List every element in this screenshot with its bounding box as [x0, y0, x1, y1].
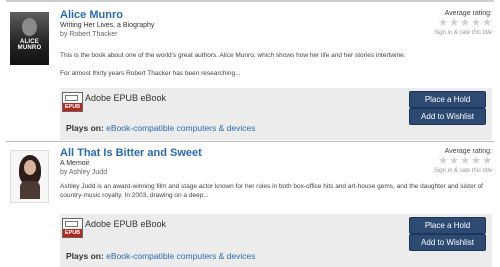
title-entry: ALICE MUNRO Alice Munro Writing Her Live… — [6, 8, 494, 140]
title-entry: All That Is Bitter and Sweet A Memoir by… — [6, 146, 494, 267]
cover-face — [24, 160, 36, 175]
format-bar: EPUB Adobe EPUB eBook Plays on: eBook-co… — [60, 214, 492, 267]
plays-on-link[interactable]: eBook-compatible computers & devices — [106, 251, 255, 261]
star-icon[interactable]: ★ — [471, 18, 481, 29]
epub-badge: EPUB — [63, 103, 82, 111]
star-icon[interactable]: ★ — [482, 18, 492, 29]
place-hold-button[interactable]: Place a Hold — [409, 217, 486, 234]
star-icon[interactable]: ★ — [449, 18, 459, 29]
rating-block: Average rating: ★ ★ ★ ★ ★ Sign in & rate… — [402, 10, 492, 36]
star-icon[interactable]: ★ — [438, 18, 448, 29]
star-rating[interactable]: ★ ★ ★ ★ ★ — [402, 156, 492, 167]
plays-on-link[interactable]: eBook-compatible computers & devices — [106, 123, 255, 133]
plays-on: Plays on: eBook-compatible computers & d… — [66, 123, 255, 133]
add-to-wishlist-button[interactable]: Add to Wishlist — [409, 234, 486, 251]
signin-to-rate[interactable]: Sign in & rate this title — [402, 168, 492, 174]
author: by Robert Thacker — [60, 31, 118, 38]
rating-label: Average rating: — [444, 10, 492, 17]
signin-to-rate[interactable]: Sign in & rate this title — [402, 30, 492, 36]
book-cover[interactable]: ALICE MUNRO — [10, 12, 49, 65]
epub-icon-frame — [65, 95, 78, 101]
author: by Ashley Judd — [60, 169, 108, 176]
place-hold-button[interactable]: Place a Hold — [409, 91, 486, 108]
star-icon[interactable]: ★ — [460, 18, 470, 29]
rating-label: Average rating: — [444, 148, 492, 155]
book-cover[interactable] — [10, 150, 49, 203]
star-rating[interactable]: ★ ★ ★ ★ ★ — [402, 18, 492, 29]
rating-block: Average rating: ★ ★ ★ ★ ★ Sign in & rate… — [402, 148, 492, 174]
description-paragraph: Ashley Judd is an award-winning film and… — [60, 183, 483, 199]
format-bar: EPUB Adobe EPUB eBook Plays on: eBook-co… — [60, 88, 492, 140]
cover-portrait — [22, 18, 37, 36]
subtitle: Writing Her Lives, a Biography — [60, 22, 155, 29]
title-link[interactable]: All That Is Bitter and Sweet — [60, 147, 202, 159]
epub-icon: EPUB — [62, 218, 83, 238]
cover-figure — [20, 181, 40, 199]
star-icon[interactable]: ★ — [471, 156, 481, 167]
star-icon[interactable]: ★ — [449, 156, 459, 167]
subtitle: A Memoir — [60, 160, 90, 167]
description-paragraph: This is the book about one of the world'… — [60, 52, 406, 59]
format-name: Adobe EPUB eBook — [85, 93, 167, 103]
format-name: Adobe EPUB eBook — [85, 219, 167, 229]
top-divider — [6, 0, 494, 2]
star-icon[interactable]: ★ — [460, 156, 470, 167]
epub-badge: EPUB — [63, 229, 82, 237]
entry-divider — [6, 141, 494, 142]
plays-on: Plays on: eBook-compatible computers & d… — [66, 251, 255, 261]
plays-on-label: Plays on: — [66, 123, 104, 133]
star-icon[interactable]: ★ — [482, 156, 492, 167]
epub-icon-frame — [65, 221, 78, 227]
epub-icon: EPUB — [62, 92, 83, 112]
add-to-wishlist-button[interactable]: Add to Wishlist — [409, 108, 486, 125]
cover-title-text: ALICE MUNRO — [17, 39, 42, 51]
star-icon[interactable]: ★ — [438, 156, 448, 167]
title-link[interactable]: Alice Munro — [60, 9, 123, 21]
description-paragraph: For almost thirty years Robert Thacker h… — [60, 70, 241, 77]
plays-on-label: Plays on: — [66, 251, 104, 261]
